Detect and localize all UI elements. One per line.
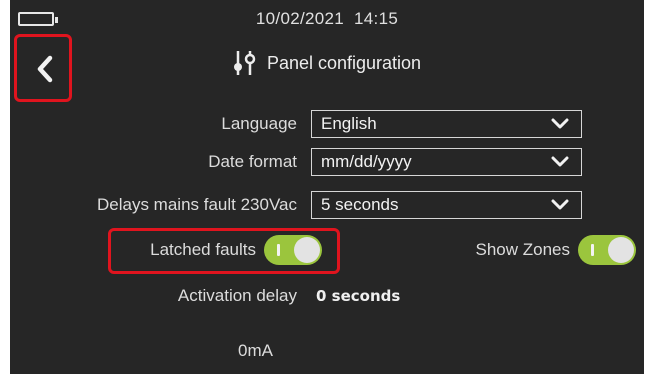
chevron-down-icon	[551, 118, 569, 129]
latched-faults-toggle[interactable]	[264, 235, 322, 265]
toggle-on-mark	[277, 244, 280, 256]
show-zones-label: Show Zones	[475, 240, 571, 259]
page-title: Panel configuration	[266, 52, 422, 73]
toggle-on-mark	[591, 244, 594, 256]
toggle-knob	[608, 237, 634, 263]
sliders-icon	[233, 51, 256, 75]
show-zones-toggle[interactable]	[578, 235, 636, 265]
language-value: English	[321, 114, 377, 133]
page-header: Panel configuration	[10, 50, 644, 76]
language-select[interactable]: English	[311, 110, 582, 138]
chevron-down-icon	[551, 156, 569, 167]
mains-fault-delay-select[interactable]: 5 seconds	[311, 191, 582, 219]
activation-delay-label: Activation delay	[177, 286, 297, 305]
device-screen: 10/02/2021 14:15 Panel configuration Lan…	[10, 0, 644, 374]
current-reading: 0mA	[238, 341, 273, 360]
date-format-label: Date format	[208, 152, 297, 171]
latched-faults-label: Latched faults	[150, 240, 256, 259]
status-time: 14:15	[354, 9, 399, 28]
activation-delay-value: 0 seconds	[316, 287, 401, 305]
mains-fault-delay-value: 5 seconds	[321, 195, 399, 214]
chevron-down-icon	[551, 199, 569, 210]
status-datetime: 10/02/2021 14:15	[10, 9, 644, 29]
mains-fault-delay-label: Delays mains fault 230Vac	[96, 195, 297, 214]
date-format-select[interactable]: mm/dd/yyyy	[311, 148, 582, 176]
toggle-knob	[294, 237, 320, 263]
language-label: Language	[221, 114, 297, 133]
date-format-value: mm/dd/yyyy	[321, 152, 412, 171]
status-date: 10/02/2021	[255, 9, 344, 28]
